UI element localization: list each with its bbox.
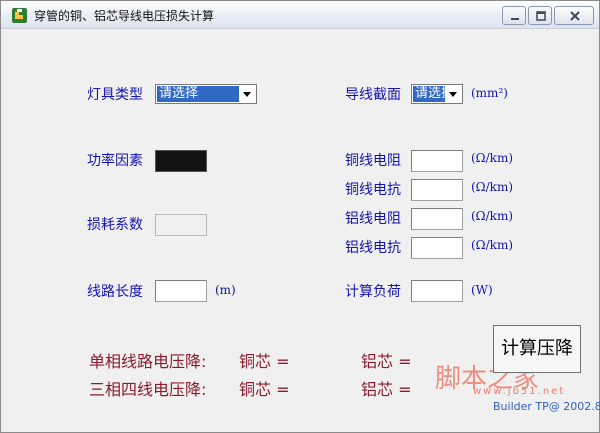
cu-resistance-field[interactable] [411, 150, 463, 172]
wire-section-label: 导线截面 [345, 87, 401, 103]
title-bar[interactable]: 穿管的铜、铝芯导线电压损失计算 [1, 1, 599, 29]
power-factor-label: 功率因素 [87, 153, 143, 169]
line-length-unit: (m) [215, 283, 236, 297]
maximize-icon [536, 11, 546, 21]
calc-load-field[interactable] [411, 280, 463, 302]
single-phase-label: 单相线路电压降: [89, 352, 207, 371]
lamp-type-label: 灯具类型 [87, 87, 143, 103]
calculate-button[interactable]: 计算压降 [493, 325, 581, 373]
wire-section-unit: (mm²) [471, 86, 508, 100]
al-resistance-unit: (Ω/km) [471, 209, 514, 223]
app-icon [11, 7, 28, 24]
window-title: 穿管的铜、铝芯导线电压损失计算 [34, 9, 215, 23]
cu-resistance-unit: (Ω/km) [471, 151, 514, 165]
cu-reactance-unit: (Ω/km) [471, 180, 514, 194]
close-icon [570, 11, 580, 21]
al-resistance-label: 铝线电阻 [345, 211, 401, 227]
watermark-url: www.jb51.net [473, 386, 566, 397]
al-reactance-label: 铝线电抗 [345, 240, 401, 256]
single-phase-copper: 铜芯 = [239, 352, 290, 371]
cu-reactance-label: 铜线电抗 [345, 182, 401, 198]
al-reactance-unit: (Ω/km) [471, 238, 514, 252]
wire-section-selected: 请选择 [413, 86, 446, 102]
single-phase-aluminum: 铝芯 = [361, 352, 412, 371]
close-button[interactable] [554, 6, 594, 25]
lamp-type-select[interactable]: 请选择 [155, 84, 257, 104]
lamp-type-selected: 请选择 [157, 86, 239, 102]
line-length-field[interactable] [155, 280, 207, 302]
form-area: 灯具类型 请选择 导线截面 请选择 (mm²) 功率因素 铜线电阻 (Ω/km)… [5, 30, 600, 430]
calc-load-unit: (W) [471, 283, 493, 297]
loss-coefficient-field[interactable] [155, 214, 207, 236]
three-phase-label: 三相四线电压降: [89, 380, 207, 399]
calc-load-label: 计算负荷 [345, 284, 401, 300]
three-phase-aluminum: 铝芯 = [361, 380, 412, 399]
chevron-down-icon [445, 86, 461, 102]
power-factor-box[interactable] [155, 150, 207, 172]
al-reactance-field[interactable] [411, 237, 463, 259]
cu-resistance-label: 铜线电阻 [345, 153, 401, 169]
line-length-label: 线路长度 [87, 284, 143, 300]
builder-credit: Builder TP@ 2002.8 [493, 400, 600, 413]
app-window: 穿管的铜、铝芯导线电压损失计算 灯具类型 请选择 导线截面 请选择 (mm²) [0, 0, 600, 433]
cu-reactance-field[interactable] [411, 179, 463, 201]
al-resistance-field[interactable] [411, 208, 463, 230]
maximize-button[interactable] [528, 6, 552, 25]
minimize-button[interactable] [502, 6, 526, 25]
chevron-down-icon [239, 86, 255, 102]
loss-coefficient-label: 损耗系数 [87, 217, 143, 233]
three-phase-copper: 铜芯 = [239, 380, 290, 399]
wire-section-select[interactable]: 请选择 [411, 84, 463, 104]
minimize-icon [511, 18, 519, 20]
